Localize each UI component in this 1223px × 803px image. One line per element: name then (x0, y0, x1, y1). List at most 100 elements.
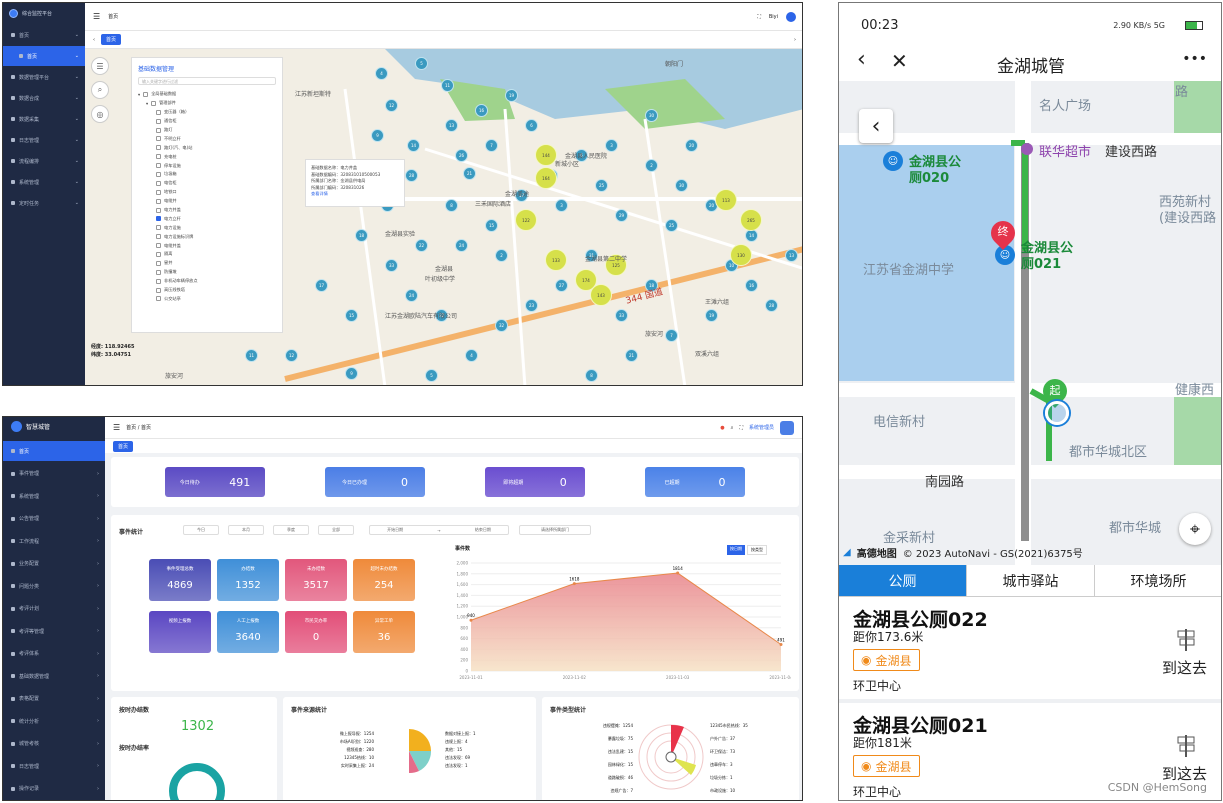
sidebar-item[interactable]: 工作流程 › (3, 531, 105, 551)
sidebar-item[interactable]: 数据管理平台 ⌄ (3, 67, 85, 87)
map-cluster-marker[interactable]: 21 (625, 349, 638, 362)
map-cluster-marker[interactable]: 32 (495, 319, 508, 332)
sidebar-item[interactable]: 基础数据管理 › (3, 666, 105, 686)
checkbox[interactable] (156, 154, 161, 160)
map-cluster-marker[interactable]: 30 (645, 109, 658, 122)
map-cluster-marker[interactable]: 9 (371, 129, 384, 142)
metric-tile[interactable]: 市民交办率 0 (285, 611, 347, 653)
search-icon[interactable]: ⌕ (731, 425, 734, 431)
popup-detail-link[interactable]: 查看详情 (311, 191, 399, 198)
checkbox[interactable] (156, 243, 161, 249)
map-cluster-marker-large[interactable]: 113 (715, 189, 737, 211)
tab-2[interactable]: 环境场所 (1095, 565, 1221, 597)
map-cluster-marker-large[interactable]: 164 (535, 167, 557, 189)
department-select[interactable]: 请选择所属部门 (519, 525, 591, 535)
checkbox[interactable] (156, 260, 161, 266)
sidebar-item[interactable]: 表格配置 › (3, 689, 105, 709)
sidebar-item[interactable]: 考评计划 › (3, 599, 105, 619)
map-cluster-marker[interactable]: 23 (525, 299, 538, 312)
sidebar-item[interactable]: 首页 (3, 441, 105, 461)
tab-0[interactable]: 公厕 (839, 565, 967, 597)
toggle-by-type[interactable]: 按类型 (747, 545, 767, 555)
sidebar-item[interactable]: 业务配置 › (3, 554, 105, 574)
map-cluster-marker[interactable]: 2 (645, 159, 658, 172)
metric-tile[interactable]: 视频上报数 (149, 611, 211, 653)
map-cluster-marker[interactable]: 27 (555, 279, 568, 292)
tab-1[interactable]: 城市驿站 (967, 565, 1095, 597)
map-cluster-marker[interactable]: 12 (385, 99, 398, 112)
map-cluster-marker[interactable]: 18 (355, 229, 368, 242)
avatar[interactable] (780, 420, 794, 435)
map-cluster-marker-large[interactable]: 130 (730, 244, 752, 266)
metric-tile[interactable]: 未办结数 3517 (285, 559, 347, 601)
tree-item[interactable]: 高压线铁塔 (138, 286, 276, 295)
map-cluster-marker[interactable]: 14 (407, 139, 420, 152)
checkbox[interactable] (156, 189, 161, 195)
map-cluster-marker[interactable]: 22 (415, 239, 428, 252)
map-cluster-marker[interactable]: 5 (425, 369, 438, 382)
search-icon[interactable]: ⌕ (91, 81, 109, 99)
metric-tile[interactable]: 人工上报数 3640 (217, 611, 279, 653)
map-cluster-marker[interactable]: 15 (345, 309, 358, 322)
checkbox[interactable] (156, 136, 161, 142)
tree-item[interactable]: 防撞墩 (138, 268, 276, 277)
map-cluster-marker[interactable]: 3 (555, 199, 568, 212)
map-cluster-marker[interactable]: 2 (495, 249, 508, 262)
map-cluster-marker[interactable]: 21 (463, 167, 476, 180)
tab-home[interactable]: 首页 (101, 34, 122, 45)
checkbox[interactable] (156, 296, 161, 302)
toggle-by-date[interactable]: 按日期 (727, 545, 745, 555)
layers-icon[interactable]: ☰ (91, 57, 109, 75)
map-cluster-marker[interactable]: 19 (705, 309, 718, 322)
checkbox[interactable] (156, 251, 161, 257)
tree-item[interactable]: 窨井 (138, 259, 276, 268)
close-icon[interactable]: ✕ (891, 49, 908, 73)
map-cluster-marker[interactable]: 4 (465, 349, 478, 362)
tree-item[interactable]: 电缆井 (138, 197, 276, 206)
tree-item[interactable]: 电信柜 (138, 179, 276, 188)
sidebar-item[interactable]: 定时任务 ⌄ (3, 193, 85, 213)
map-cluster-marker[interactable]: 33 (385, 259, 398, 272)
map-cluster-marker[interactable]: 12 (285, 349, 298, 362)
map-cluster-marker[interactable]: 8 (445, 199, 458, 212)
sidebar-item[interactable]: 考评等管理 › (3, 621, 105, 641)
tree-root[interactable]: ▾ 全局基础数据 (138, 90, 276, 99)
sidebar-item[interactable]: 事件管理 › (3, 464, 105, 484)
checkbox[interactable] (156, 118, 161, 124)
tree-search-input[interactable]: 输入关键字进行过滤 (138, 77, 276, 85)
map-cluster-marker[interactable]: 11 (441, 79, 454, 92)
map-cluster-marker[interactable]: 29 (615, 209, 628, 222)
fullscreen-icon[interactable]: ⛶ (739, 425, 743, 431)
filter-button[interactable]: 本月 (228, 525, 264, 535)
checkbox[interactable] (143, 91, 149, 97)
tab-scroll-right-icon[interactable]: › (794, 37, 796, 43)
map-cluster-marker[interactable]: 25 (665, 219, 678, 232)
tree-item[interactable]: 非机动车辆停放点 (138, 277, 276, 286)
tree-item[interactable]: 路灯 (138, 126, 276, 135)
tree-item[interactable]: 通信柜 (138, 117, 276, 126)
fullscreen-icon[interactable]: ⛶ (757, 14, 761, 20)
map-cluster-marker-large[interactable]: 143 (590, 284, 612, 306)
sidebar-item[interactable]: 日志管理 › (3, 756, 105, 776)
expand-icon[interactable]: ▾ (138, 92, 140, 97)
toilet-icon[interactable]: ☺ (995, 245, 1015, 265)
tree-item[interactable]: 电缆井盖 (138, 241, 276, 250)
checkbox[interactable] (156, 145, 161, 151)
locate-button[interactable]: ⌖ (1179, 513, 1211, 545)
map-cluster-marker[interactable]: 13 (785, 249, 798, 262)
map-cluster-marker[interactable]: 24 (455, 239, 468, 252)
toilet-icon[interactable]: ☺ (883, 151, 903, 171)
expand-icon[interactable]: ▾ (146, 101, 148, 106)
map-cluster-marker[interactable]: 16 (475, 104, 488, 117)
date-range-picker[interactable]: 开始日期 → 结束日期 (369, 525, 509, 535)
map-cluster-marker[interactable]: 11 (245, 349, 258, 362)
sidebar-item[interactable]: 数据采集 ⌄ (3, 109, 85, 129)
tree-item[interactable]: 地铁口 (138, 188, 276, 197)
stat-card[interactable]: 已超期 0 (645, 467, 745, 497)
stat-card[interactable]: 即将超期 0 (485, 467, 585, 497)
filter-button[interactable]: 季度 (273, 525, 309, 535)
github-icon[interactable]: ● (720, 425, 724, 431)
sidebar-item[interactable]: 流程编排 ⌄ (3, 151, 85, 171)
checkbox[interactable] (156, 287, 161, 293)
map-cluster-marker[interactable]: 20 (685, 139, 698, 152)
